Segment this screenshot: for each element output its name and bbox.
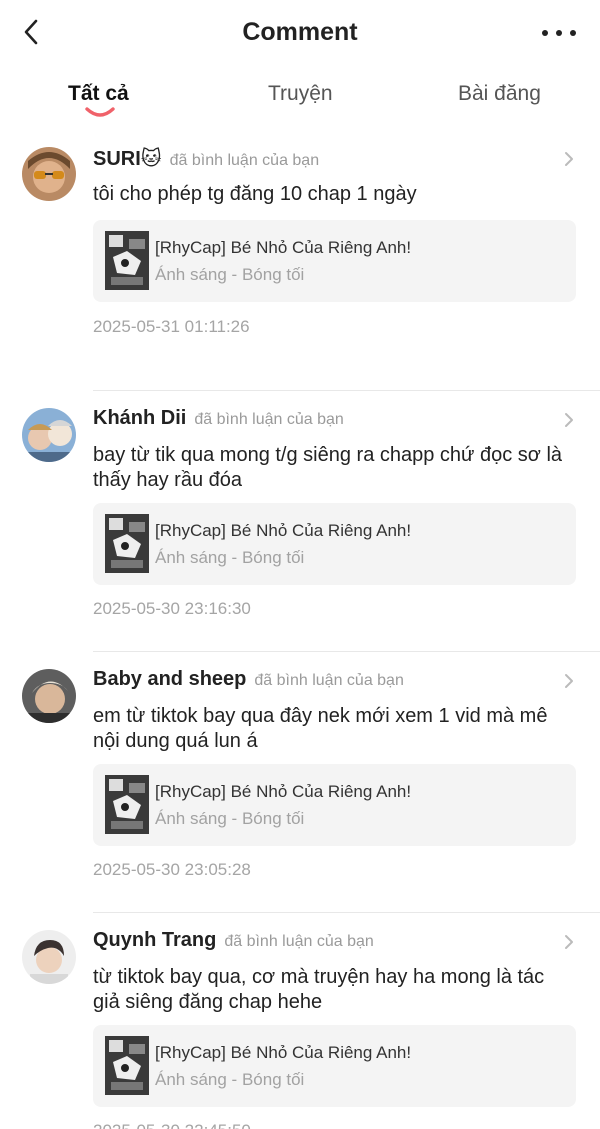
action-text: đã bình luận của bạn [169, 152, 320, 169]
tab-posts[interactable]: Bài đăng [458, 82, 541, 106]
avatar[interactable] [22, 147, 76, 201]
story-subtitle: Ánh sáng - Bóng tối [155, 548, 305, 567]
top-bar: Comment [0, 0, 600, 68]
story-cover-image [105, 775, 149, 834]
comment-item[interactable]: Khánh Dii đã bình luận của bạn bay từ tik… [22, 391, 600, 652]
story-card[interactable]: [RhyCap] Bé Nhỏ Của Riêng Anh! Ánh sáng … [93, 503, 576, 585]
comment-text: bay từ tik qua mong t/g siêng ra chapp c… [93, 444, 563, 491]
story-card[interactable]: [RhyCap] Bé Nhỏ Của Riêng Anh! Ánh sáng … [93, 764, 576, 846]
comment-text: tôi cho phép tg đăng 10 chap 1 ngày [93, 183, 417, 205]
comment-text: từ tiktok bay qua, cơ mà truyện hay ha m… [93, 966, 545, 1013]
tab-bar: Tất cả Truyện Bài đăng [0, 68, 600, 130]
story-cover-image [105, 1036, 149, 1095]
story-title: [RhyCap] Bé Nhỏ Của Riêng Anh! [155, 238, 412, 257]
story-title: [RhyCap] Bé Nhỏ Của Riêng Anh! [155, 521, 412, 540]
story-subtitle: Ánh sáng - Bóng tối [155, 1070, 305, 1089]
active-tab-indicator [85, 107, 115, 117]
story-title: [RhyCap] Bé Nhỏ Của Riêng Anh! [155, 782, 412, 801]
story-subtitle: Ánh sáng - Bóng tối [155, 265, 305, 284]
action-text: đã bình luận của bạn [194, 411, 344, 428]
comment-text: em từ tiktok bay qua đây nek mới xem 1 v… [93, 705, 548, 752]
story-cover-image [105, 231, 149, 290]
comment-list: SURI🐱 đã bình luận của bạn tôi cho phép t… [0, 130, 600, 1129]
chevron-right-icon[interactable] [562, 150, 576, 168]
timestamp: 2025-05-31 01:11:26 [93, 317, 250, 336]
username[interactable]: SURI🐱 [93, 148, 162, 170]
story-cover-image [105, 514, 149, 573]
username[interactable]: Baby and sheep [93, 668, 246, 690]
timestamp: 2025-05-30 22:45:50 [93, 1121, 251, 1129]
more-options-button[interactable] [542, 22, 576, 44]
avatar[interactable] [22, 669, 76, 723]
username[interactable]: Quynh Trang [93, 929, 216, 951]
story-title: [RhyCap] Bé Nhỏ Của Riêng Anh! [155, 1043, 412, 1062]
chevron-right-icon[interactable] [562, 411, 576, 429]
more-horizontal-icon [542, 30, 548, 36]
avatar[interactable] [22, 408, 76, 462]
timestamp: 2025-05-30 23:05:28 [93, 860, 251, 879]
avatar[interactable] [22, 930, 76, 984]
comment-item[interactable]: Baby and sheep đã bình luận của bạn em từ… [22, 652, 600, 913]
action-text: đã bình luận của bạn [224, 933, 374, 950]
story-card[interactable]: [RhyCap] Bé Nhỏ Của Riêng Anh! Ánh sáng … [93, 220, 576, 302]
comment-item[interactable]: Quynh Trang đã bình luận của bạn từ tikto… [22, 913, 600, 1129]
chevron-right-icon[interactable] [562, 933, 576, 951]
tab-all[interactable]: Tất cả [68, 82, 129, 106]
action-text: đã bình luận của bạn [254, 672, 404, 689]
story-subtitle: Ánh sáng - Bóng tối [155, 809, 305, 828]
comment-item[interactable]: SURI🐱 đã bình luận của bạn tôi cho phép t… [22, 130, 600, 391]
timestamp: 2025-05-30 23:16:30 [93, 599, 251, 618]
story-card[interactable]: [RhyCap] Bé Nhỏ Của Riêng Anh! Ánh sáng … [93, 1025, 576, 1107]
page-title: Comment [242, 18, 358, 46]
username[interactable]: Khánh Dii [93, 407, 186, 429]
tab-stories[interactable]: Truyện [268, 82, 333, 106]
chevron-right-icon[interactable] [562, 672, 576, 690]
